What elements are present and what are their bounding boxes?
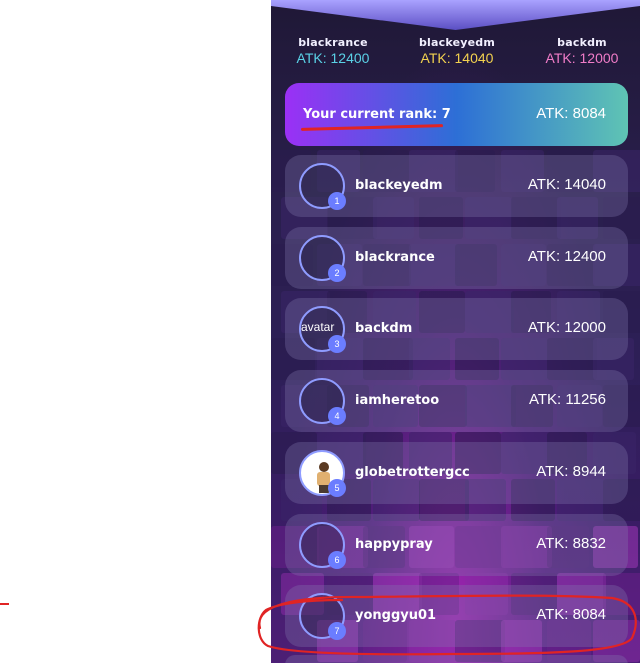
podium-summary: blackrance ATK: 12400 blackeyedm ATK: 14…: [271, 34, 640, 70]
username: blackrance: [355, 250, 435, 265]
rank-badge: 3: [328, 335, 346, 353]
username: happypray: [355, 537, 433, 552]
leaderboard-row-1[interactable]: 1 blackeyedm ATK: 14040: [285, 155, 628, 217]
podium-second-atk: ATK: 12400: [296, 50, 370, 66]
leaderboard-row-3[interactable]: avatar 3 backdm ATK: 12000: [285, 298, 628, 360]
leaderboard-row-6[interactable]: 6 happypray ATK: 8832: [285, 514, 628, 576]
user-atk: ATK: 8084: [536, 606, 606, 623]
avatar-alt-text: avatar: [301, 320, 335, 334]
user-atk: ATK: 8944: [536, 463, 606, 480]
user-atk: ATK: 12000: [527, 319, 606, 336]
leaderboard-row-2[interactable]: 2 blackrance ATK: 12400: [285, 227, 628, 289]
username: backdm: [355, 321, 413, 336]
podium-third-name: backdm: [557, 36, 607, 49]
current-rank-label: Your current rank: 7: [303, 107, 451, 122]
leaderboard-panel: blackrance ATK: 12400 blackeyedm ATK: 14…: [271, 0, 640, 663]
user-atk: ATK: 11256: [529, 391, 606, 408]
username: iamheretoo: [355, 393, 440, 408]
rank-badge: 6: [328, 551, 346, 569]
leaderboard-row-5[interactable]: 5 globetrottergcc ATK: 8944: [285, 442, 628, 504]
current-rank-card: Your current rank: 7 ATK: 8084: [285, 83, 628, 146]
podium-third-atk: ATK: 12000: [545, 50, 619, 66]
rank-badge: 4: [328, 407, 346, 425]
podium-first-name: blackeyedm: [418, 36, 496, 49]
leaderboard-row-7[interactable]: 7 yonggyu01 ATK: 8084: [285, 585, 628, 647]
user-atk: ATK: 12400: [527, 248, 606, 265]
current-rank-atk: ATK: 8084: [536, 105, 606, 122]
leaderboard-row-next: [285, 655, 628, 663]
leaderboard-row-4[interactable]: 4 iamheretoo ATK: 11256: [285, 370, 628, 432]
rank-badge: 1: [328, 192, 346, 210]
user-atk: ATK: 8832: [536, 535, 606, 552]
annotation-underline: [300, 124, 444, 131]
username: globetrottergcc: [355, 465, 470, 480]
rank-badge: 5: [328, 479, 346, 497]
podium-first-atk: ATK: 14040: [420, 50, 494, 66]
rank-badge: 7: [328, 622, 346, 640]
annotation-red-dash: [0, 603, 9, 605]
user-atk: ATK: 14040: [527, 176, 606, 193]
rank-badge: 2: [328, 264, 346, 282]
podium-second-name: blackrance: [298, 36, 368, 49]
username: yonggyu01: [355, 608, 437, 623]
username: blackeyedm: [355, 178, 443, 193]
top-banner: [271, 0, 640, 30]
